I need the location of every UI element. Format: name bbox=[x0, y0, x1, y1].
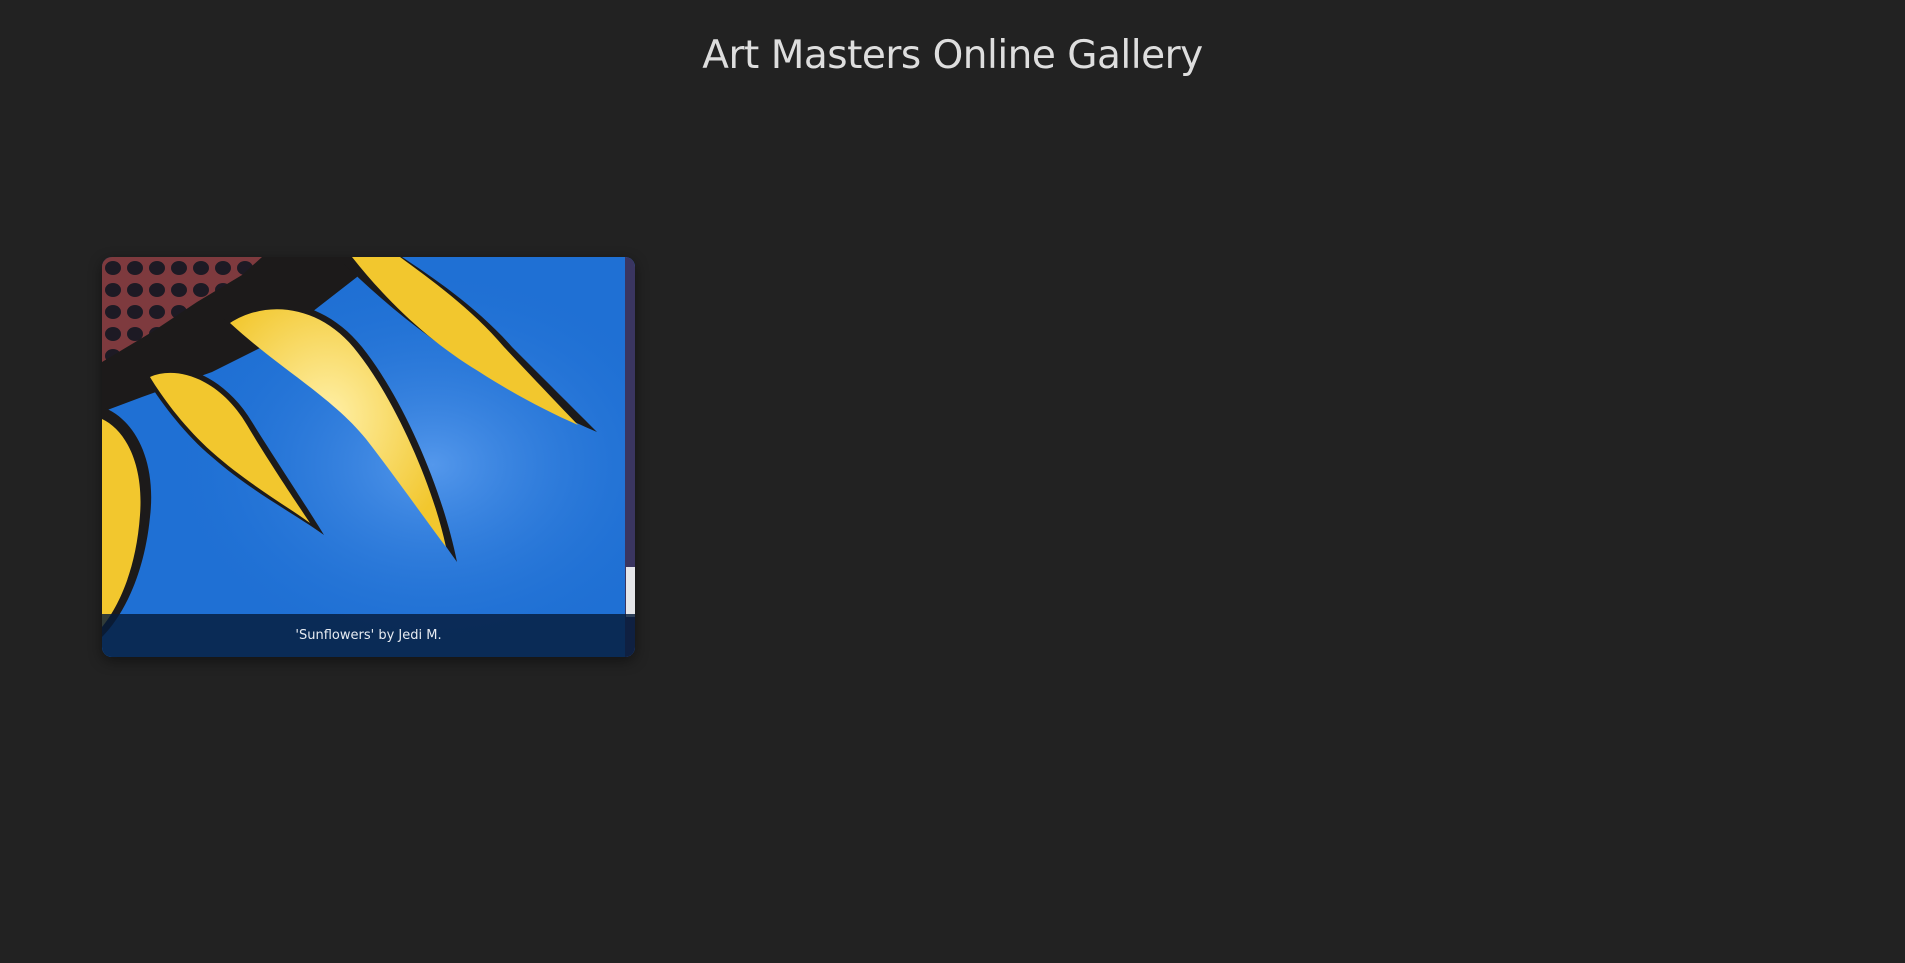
gallery-grid: 'Sunflowers' by Jedi M. bbox=[102, 257, 635, 657]
gallery-card-sunflowers[interactable]: 'Sunflowers' by Jedi M. bbox=[102, 257, 635, 657]
page-title: Art Masters Online Gallery bbox=[702, 33, 1203, 78]
sunflower-painting-image bbox=[102, 257, 635, 657]
gallery-card-caption: 'Sunflowers' by Jedi M. bbox=[102, 614, 635, 657]
